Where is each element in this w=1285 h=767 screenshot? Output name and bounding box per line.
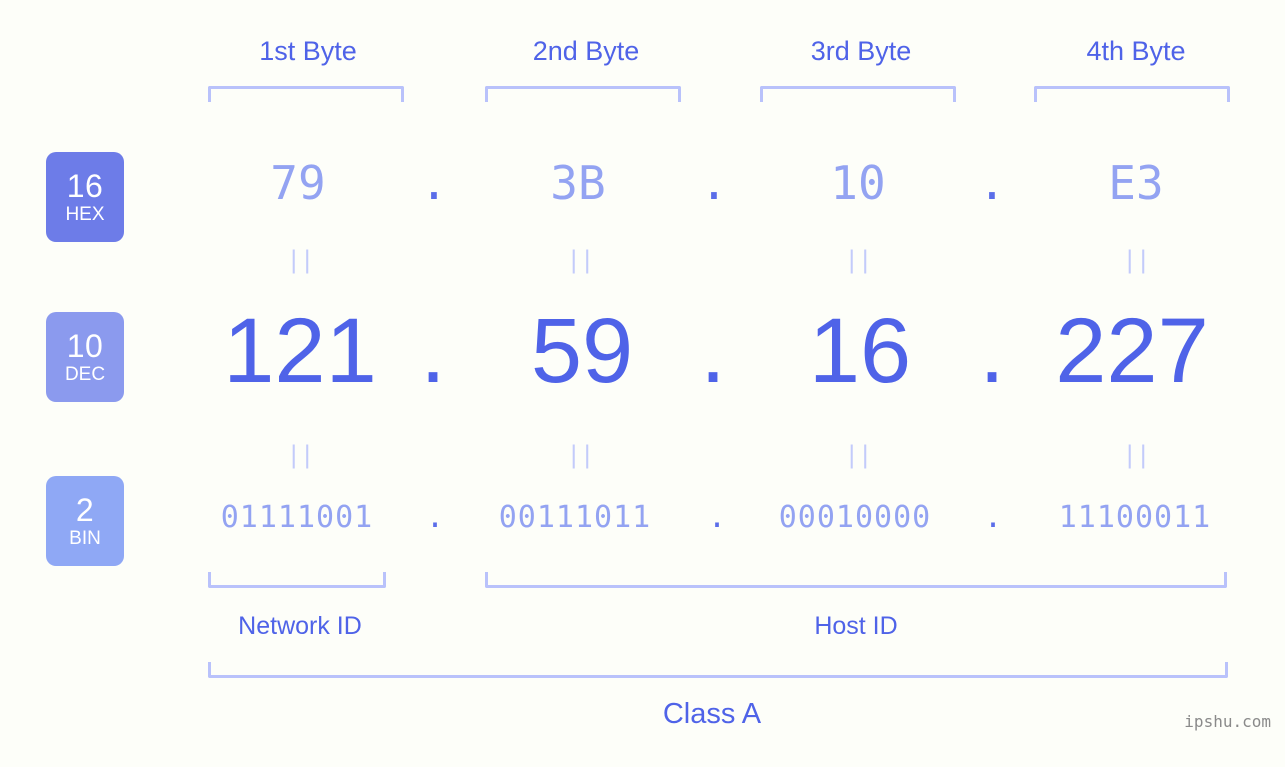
base-badge-bin-number: 2 [75,492,95,528]
bin-value-byte-2: 00111011 [498,500,652,535]
dec-value-byte-3: 16 [808,300,912,402]
byte-bracket-2 [485,86,681,102]
base-badge-hex-name: HEX [65,204,105,225]
base-badge-bin: 2 BIN [46,476,124,566]
byte-bracket-1 [208,86,404,102]
byte-header-label-2: 2nd Byte [532,36,640,66]
host-id-label: Host ID [814,612,898,640]
base-badge-dec-number: 10 [66,328,104,364]
network-id-bracket [208,572,386,588]
equals-marker-dec-bin-4: || [1122,441,1151,469]
hex-separator-3: . [978,156,1006,210]
dec-value-byte-1: 121 [223,300,377,402]
hex-value-byte-4: E3 [1108,156,1164,210]
dec-separator-3: . [979,300,1005,402]
equals-marker-hex-dec-3: || [844,246,873,274]
network-id-label: Network ID [238,612,362,640]
bin-value-byte-4: 11100011 [1058,500,1212,535]
equals-marker-dec-bin-3: || [844,441,873,469]
bin-separator-1: . [425,500,445,535]
base-badge-hex: 16 HEX [46,152,124,242]
bin-value-byte-3: 00010000 [778,500,932,535]
hex-value-byte-1: 79 [270,156,326,210]
equals-marker-hex-dec-4: || [1122,246,1151,274]
hex-separator-1: . [420,156,448,210]
byte-bracket-4 [1034,86,1230,102]
ip-breakdown-diagram: 1st Byte 2nd Byte 3rd Byte 4th Byte 16 H… [0,0,1285,767]
hex-separator-2: . [700,156,728,210]
base-badge-dec-name: DEC [64,364,106,385]
equals-marker-dec-bin-1: || [286,441,315,469]
byte-header-label-4: 4th Byte [1086,36,1186,66]
byte-header-label-1: 1st Byte [259,36,357,66]
class-label: Class A [662,698,762,730]
bin-separator-3: . [983,500,1003,535]
watermark: ipshu.com [1184,712,1271,731]
bin-value-byte-1: 01111001 [220,500,374,535]
host-id-bracket [485,572,1227,588]
dec-separator-2: . [700,300,726,402]
byte-bracket-3 [760,86,956,102]
bin-separator-2: . [707,500,727,535]
hex-value-byte-2: 3B [550,156,606,210]
byte-header-label-3: 3rd Byte [810,36,912,66]
base-badge-hex-number: 16 [66,168,104,204]
hex-value-byte-3: 10 [830,156,886,210]
dec-separator-1: . [420,300,446,402]
base-badge-bin-name: BIN [69,528,101,549]
equals-marker-dec-bin-2: || [566,441,595,469]
dec-value-byte-2: 59 [530,300,634,402]
equals-marker-hex-dec-1: || [286,246,315,274]
dec-value-byte-4: 227 [1055,300,1209,402]
class-bracket [208,662,1228,678]
base-badge-dec: 10 DEC [46,312,124,402]
equals-marker-hex-dec-2: || [566,246,595,274]
